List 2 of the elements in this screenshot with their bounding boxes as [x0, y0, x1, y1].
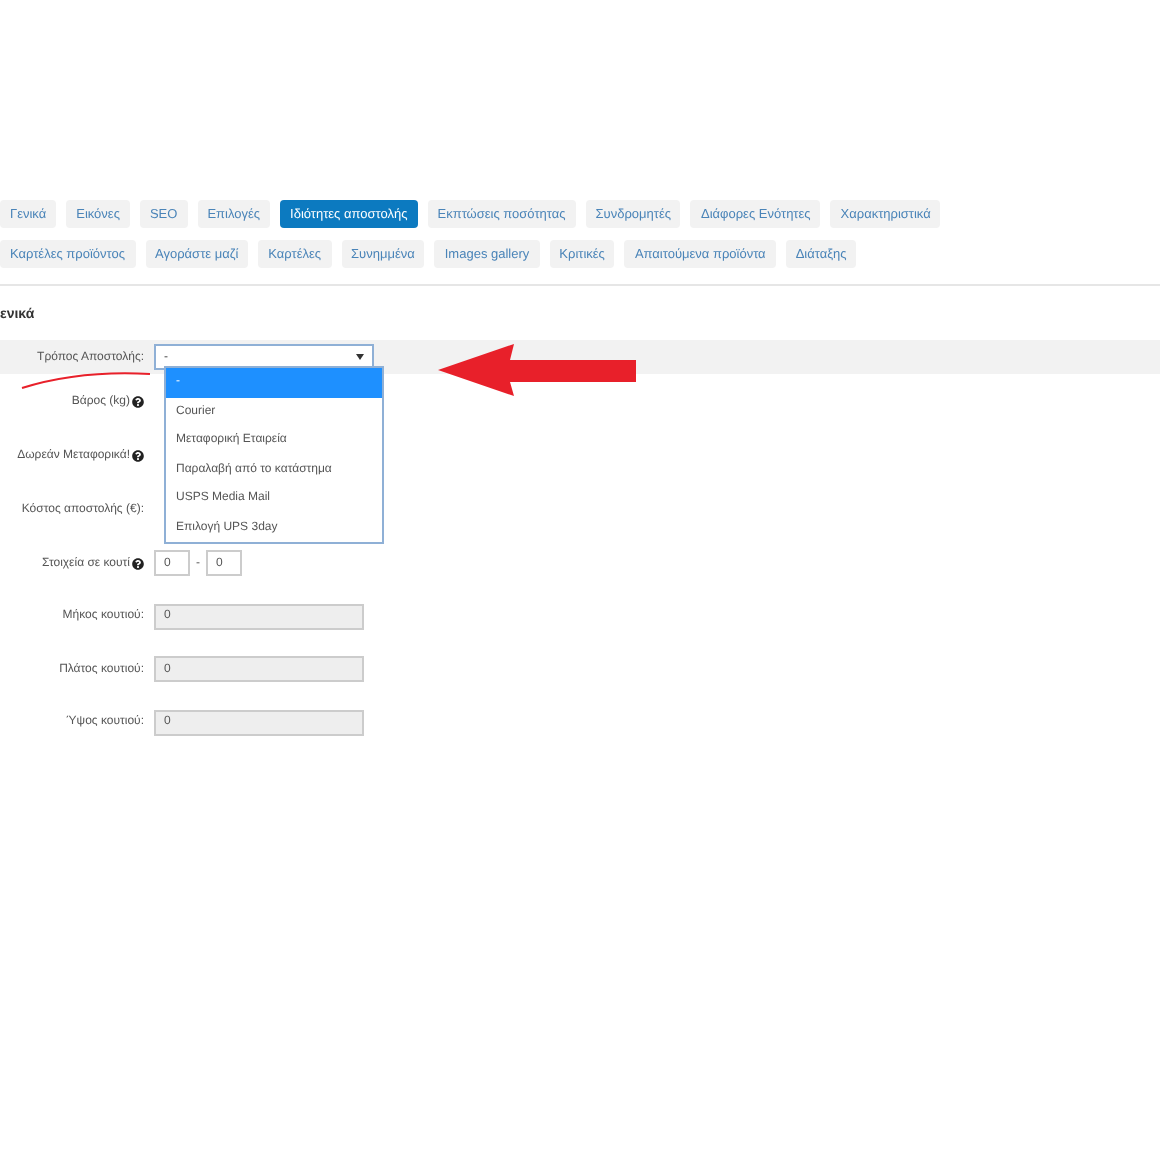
caret-icon	[356, 354, 364, 360]
underline-stroke	[20, 370, 152, 390]
